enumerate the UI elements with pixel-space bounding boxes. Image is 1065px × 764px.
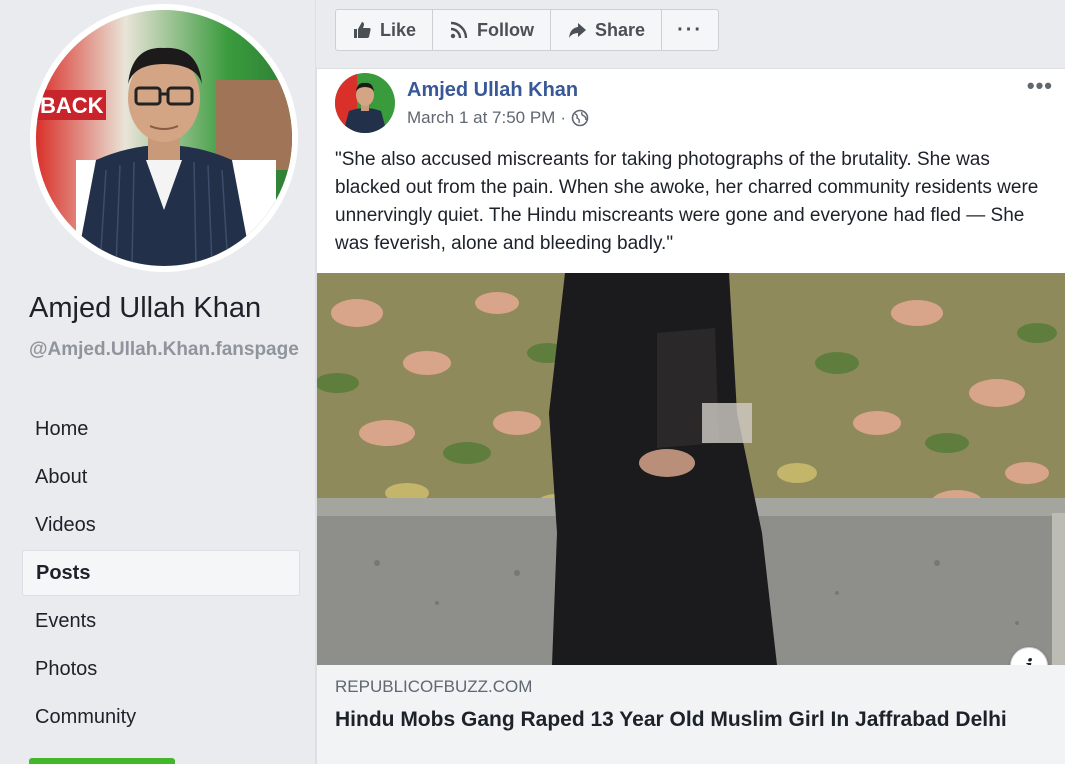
link-preview-image[interactable]: [317, 273, 1065, 665]
share-button[interactable]: Share: [551, 10, 663, 50]
nav-item-photos[interactable]: Photos: [22, 645, 300, 693]
post-card: Amjed Ullah Khan March 1 at 7:50 PM · ••…: [316, 68, 1065, 764]
profile-picture[interactable]: BACK: [36, 10, 292, 266]
link-preview[interactable]: REPUBLICOFBUZZ.COM Hindu Mobs Gang Raped…: [317, 665, 1065, 764]
more-options-button[interactable]: ···: [662, 10, 718, 50]
page-action-bar: Like Follow Share ···: [335, 9, 720, 51]
nav-item-posts[interactable]: Posts: [22, 550, 300, 596]
post-author-avatar[interactable]: [335, 73, 395, 133]
post-author-name[interactable]: Amjed Ullah Khan: [407, 79, 578, 102]
page-title: Amjed Ullah Khan: [29, 292, 262, 324]
link-domain: REPUBLICOFBUZZ.COM: [335, 677, 533, 696]
page-sidebar: BACK Amjed Ullah Khan @Amjed.Ullah.Khan.…: [0, 0, 316, 764]
like-button[interactable]: Like: [336, 10, 434, 50]
like-label: Like: [380, 19, 417, 40]
rss-icon: [450, 21, 468, 39]
page-username[interactable]: @Amjed.Ullah.Khan.fanspage: [29, 338, 299, 361]
follow-label: Follow: [477, 19, 535, 40]
nav-item-about[interactable]: About: [22, 453, 300, 501]
post-options-menu[interactable]: •••: [1027, 73, 1053, 99]
nav-item-events[interactable]: Events: [22, 597, 300, 645]
nav-item-home[interactable]: Home: [22, 405, 300, 453]
post-meta: March 1 at 7:50 PM ·: [407, 108, 589, 128]
thumbs-up-icon: [354, 22, 371, 38]
create-page-button[interactable]: [29, 758, 175, 764]
post-timestamp[interactable]: March 1 at 7:50 PM: [407, 108, 555, 128]
nav-item-community[interactable]: Community: [22, 693, 300, 741]
meta-separator: ·: [560, 108, 567, 127]
page-nav: Home About Videos Posts Events Photos Co…: [22, 405, 300, 741]
globe-icon[interactable]: [571, 109, 589, 127]
share-label: Share: [595, 19, 646, 40]
link-title[interactable]: Hindu Mobs Gang Raped 13 Year Old Muslim…: [335, 705, 1050, 735]
share-arrow-icon: [569, 23, 587, 38]
post-body-text: "She also accused miscreants for taking …: [335, 149, 1039, 254]
follow-button[interactable]: Follow: [433, 10, 552, 50]
nav-item-videos[interactable]: Videos: [22, 501, 300, 549]
banner-text: BACK: [40, 93, 104, 118]
